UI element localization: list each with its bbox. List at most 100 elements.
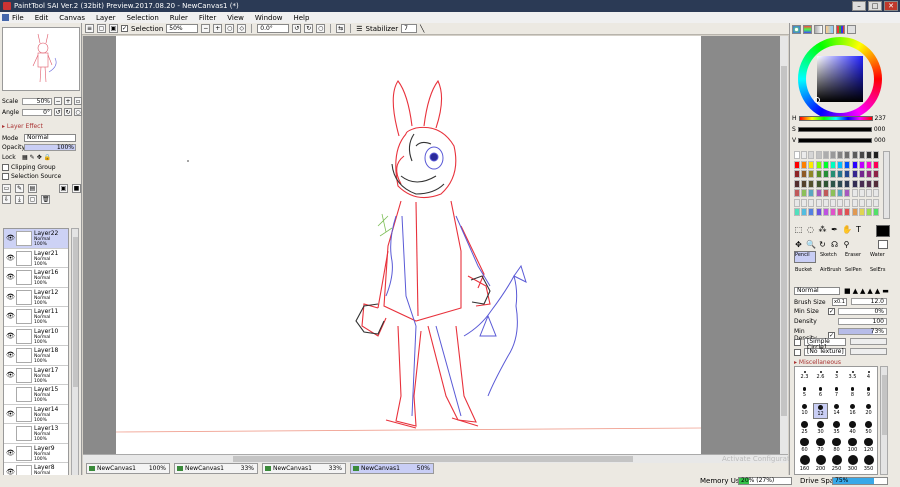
brush-size-cell[interactable]: 4 [861, 369, 876, 385]
layer-item[interactable]: 👁 Layer10 Normal 100% [4, 326, 68, 346]
color-swatch[interactable] [822, 179, 829, 188]
eye-icon[interactable]: 👁 [6, 254, 15, 262]
color-wheel-icon[interactable] [792, 25, 801, 34]
invert-selection-button[interactable]: ▣ [109, 24, 118, 33]
color-swatch[interactable] [858, 151, 865, 159]
saturation-slider[interactable] [797, 127, 872, 132]
color-swatch[interactable] [858, 160, 865, 169]
color-swatch[interactable] [866, 151, 872, 159]
menu-selection[interactable]: Selection [127, 14, 159, 22]
color-swatch[interactable] [873, 208, 880, 216]
brush-size-cell[interactable]: 6 [813, 386, 828, 402]
color-swatch[interactable] [822, 170, 829, 178]
minimize-button[interactable]: – [852, 1, 866, 11]
color-swatch[interactable] [851, 189, 858, 197]
density-slider[interactable]: 100 [838, 318, 887, 325]
color-swatch[interactable] [801, 208, 808, 216]
brush-size-cell[interactable]: 120 [861, 437, 876, 453]
color-swatch[interactable] [801, 151, 808, 159]
color-swatch[interactable] [844, 179, 851, 188]
color-swatch[interactable] [801, 179, 808, 188]
brush-size-cell[interactable]: 16 [845, 403, 860, 419]
eye-icon[interactable]: 👁 [6, 351, 15, 359]
canvas-hscroll-thumb[interactable] [233, 456, 633, 462]
color-swatch[interactable] [851, 160, 858, 169]
brush-tool-sketch[interactable]: Sketch [819, 251, 841, 263]
rotate-zero-button[interactable]: ○ [74, 108, 82, 116]
brush-size-cell[interactable]: 30 [813, 420, 828, 436]
hue-slider[interactable] [798, 116, 873, 121]
brush-size-cell[interactable]: 7 [829, 386, 844, 402]
color-swatch[interactable] [866, 198, 872, 207]
menu-window[interactable]: Window [255, 14, 283, 22]
color-swatch[interactable] [830, 179, 836, 188]
brush-preset-round-icon[interactable]: ▲ [875, 287, 880, 295]
menu-ruler[interactable]: Ruler [170, 14, 188, 22]
brush-preset-round-icon[interactable]: ▲ [860, 287, 865, 295]
scratchpad-icon[interactable] [847, 25, 856, 34]
color-swatch[interactable] [873, 170, 880, 178]
selection-checkbox[interactable]: ✓ [121, 25, 128, 32]
brush-size-scrollbar[interactable] [880, 366, 888, 475]
brush-preset-square-icon[interactable]: ■ [844, 287, 851, 295]
rect-select-icon[interactable]: ⬚ [794, 225, 803, 234]
color-swatch[interactable] [808, 198, 815, 207]
brush-size-cell[interactable]: 50 [861, 420, 876, 436]
hand-icon[interactable]: ✋ [842, 225, 852, 234]
rotate-icon[interactable]: ↻ [818, 240, 827, 249]
color-swatch[interactable] [873, 151, 880, 159]
canvas-tab[interactable]: NewCanvas1 33% [174, 463, 258, 474]
color-swatch[interactable] [808, 151, 815, 159]
color-swatch[interactable] [873, 198, 880, 207]
miscellaneous-section[interactable]: ▸ Miscellaneous [794, 359, 841, 366]
zoom-in-button[interactable]: + [213, 24, 223, 33]
brush-size-cell[interactable]: 60 [797, 437, 812, 453]
eye-icon[interactable]: 👁 [6, 371, 15, 379]
brush-size-cell[interactable]: 25 [797, 420, 812, 436]
brush-shape-slider[interactable] [850, 338, 887, 345]
min-size-slider[interactable]: 0% [838, 308, 887, 315]
rgb-slider-icon[interactable] [803, 25, 812, 34]
color-swatch[interactable] [794, 189, 800, 197]
brush-tool-bucket[interactable]: Bucket [794, 266, 816, 278]
color-swatch[interactable] [822, 189, 829, 197]
brush-preset-round-icon[interactable]: ▲ [853, 287, 858, 295]
color-swatch[interactable] [815, 208, 822, 216]
color-swatch[interactable] [866, 208, 872, 216]
new-linework-layer-button[interactable]: ✎ [15, 184, 24, 193]
color-swatch[interactable] [851, 151, 858, 159]
color-swatch[interactable] [801, 160, 808, 169]
opacity-slider[interactable]: 100% [24, 144, 76, 151]
layer-effect-title[interactable]: ▸ Layer Effect [2, 123, 43, 130]
rotate-reset-button[interactable]: ○ [316, 24, 326, 33]
color-swatch[interactable] [837, 189, 844, 197]
brush-size-cell[interactable]: 80 [829, 437, 844, 453]
color-swatch[interactable] [844, 208, 851, 216]
app-menu-icon[interactable] [2, 14, 9, 21]
saturation-value-square[interactable] [817, 56, 863, 102]
rotate-left-button[interactable]: ↺ [292, 24, 302, 33]
color-swatch[interactable] [815, 151, 822, 159]
color-swatch[interactable] [822, 198, 829, 207]
eye-icon[interactable]: 👁 [6, 449, 15, 457]
lasso-icon[interactable]: ◌ [806, 225, 815, 234]
color-swatch[interactable] [801, 170, 808, 178]
color-swatch[interactable] [858, 198, 865, 207]
color-swatch[interactable] [851, 170, 858, 178]
blend-mode-select[interactable]: Normal [24, 134, 76, 142]
brush-size-cell[interactable]: 5 [797, 386, 812, 402]
eye-icon[interactable]: 👁 [6, 293, 15, 301]
brush-size-cell[interactable]: 35 [829, 420, 844, 436]
eye-icon[interactable]: 👁 [6, 312, 15, 320]
color-swatch[interactable] [866, 160, 872, 169]
color-swatch[interactable] [873, 160, 880, 169]
color-swatch[interactable] [844, 151, 851, 159]
min-density-slider[interactable]: 73% [838, 328, 887, 335]
color-swatch[interactable] [794, 198, 800, 207]
color-swatch[interactable] [858, 170, 865, 178]
menu-canvas[interactable]: Canvas [59, 14, 85, 22]
color-swatch[interactable] [808, 160, 815, 169]
lock-paint-icon[interactable]: ✎ [30, 154, 35, 161]
color-swatch[interactable] [808, 179, 815, 188]
scale-reset-button[interactable]: ▫ [74, 97, 82, 105]
